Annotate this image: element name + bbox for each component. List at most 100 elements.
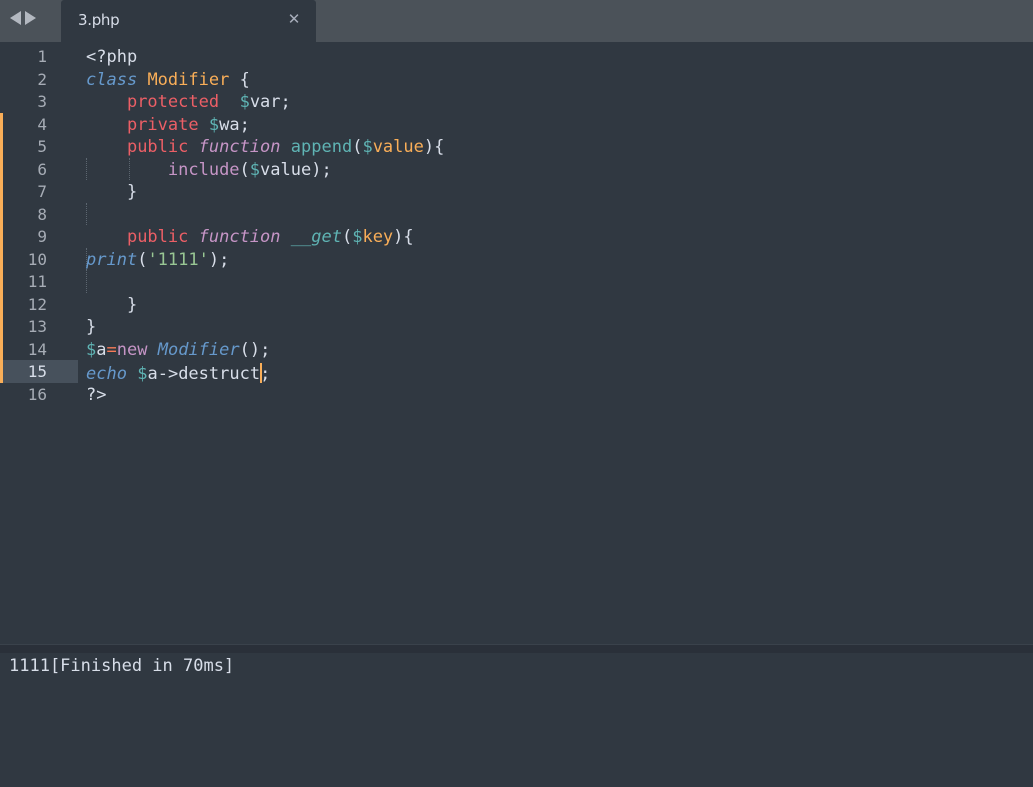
code-text: public function append($value){ — [86, 138, 444, 156]
code-line[interactable]: 16 ?> — [0, 383, 1033, 406]
line-number: 14 — [27, 339, 47, 359]
code-token: ){ — [393, 227, 414, 247]
code-line[interactable]: 11 — [0, 270, 1033, 293]
code-token: <?php — [86, 47, 138, 67]
code-token: echo — [86, 364, 127, 384]
code-token: '1111' — [147, 249, 209, 270]
code-line[interactable]: 6 include($value); — [0, 157, 1033, 180]
code-line[interactable]: 13} — [0, 315, 1033, 338]
code-line[interactable]: 7 } — [0, 180, 1033, 203]
code-token: -> — [157, 364, 179, 384]
code-token: print — [86, 249, 138, 270]
triangle-left-icon[interactable] — [10, 11, 21, 25]
code-token: private — [126, 114, 199, 135]
code-token: $ — [352, 227, 363, 247]
code-text: ?> — [86, 386, 106, 404]
code-line[interactable]: 14 $a=new Modifier(); — [0, 337, 1033, 360]
code-line[interactable]: 12 } — [0, 292, 1033, 315]
code-token: var — [249, 92, 281, 112]
code-token: destruct — [178, 364, 261, 384]
tab-title: 3.php — [78, 11, 120, 29]
line-number: 10 — [27, 249, 47, 269]
code-line[interactable]: 9 public function __get($key){ — [0, 225, 1033, 248]
code-token: ( — [352, 137, 363, 157]
code-token: include — [167, 159, 240, 180]
code-text: } — [86, 318, 96, 336]
code-line[interactable]: 3 protected $var; — [0, 90, 1033, 113]
line-number: 9 — [37, 227, 47, 246]
code-text: private $wa; — [86, 116, 250, 134]
code-text: <?php — [86, 48, 137, 66]
indent-guide — [86, 270, 87, 293]
code-text: include($value); — [86, 161, 332, 179]
tab-navigation — [10, 10, 36, 26]
line-number: 1 — [37, 47, 47, 66]
code-token: $ — [86, 339, 97, 360]
code-token: ( — [137, 249, 148, 270]
code-token: ); — [311, 159, 332, 180]
code-token: ){ — [423, 137, 445, 157]
code-token: append — [290, 137, 353, 157]
tab-3-php[interactable]: 3.php ✕ — [61, 0, 316, 42]
code-line[interactable]: 4 private $wa; — [0, 112, 1033, 135]
line-number: 15 — [27, 362, 47, 381]
code-text: echo $a->destruct; — [86, 363, 270, 383]
line-number: 13 — [27, 317, 47, 336]
code-text: $a=new Modifier(); — [86, 341, 270, 359]
indent-guide — [86, 202, 87, 225]
code-token: $ — [362, 137, 373, 157]
code-token: ( — [239, 159, 250, 180]
code-token: $ — [137, 364, 148, 384]
code-token: function — [198, 227, 281, 247]
code-token: ; — [260, 364, 271, 384]
code-line[interactable]: 1 <?php — [0, 45, 1033, 68]
code-line[interactable]: 10 print('1111'); — [0, 247, 1033, 270]
triangle-right-icon[interactable] — [25, 11, 36, 25]
code-line[interactable]: 8 — [0, 202, 1033, 225]
code-token: __get — [290, 227, 342, 247]
code-line[interactable]: 5 public function append($value){ — [0, 135, 1033, 158]
code-token: a — [96, 339, 107, 360]
code-line[interactable]: 2 class Modifier { — [0, 68, 1033, 91]
code-token: Modifier — [157, 339, 240, 360]
code-token: ; — [280, 92, 291, 112]
tab-bar: 3.php ✕ — [0, 0, 1033, 42]
code-token: ; — [239, 114, 250, 135]
code-token: $ — [208, 114, 220, 135]
code-token: key — [362, 227, 394, 247]
output-panel: 1111[Finished in 70ms] — [0, 653, 1033, 787]
editor-window: 3.php ✕ 1 <?php 2 class Modifier {3 protect… — [0, 0, 1033, 787]
code-token: } — [86, 317, 97, 337]
code-token: public — [126, 227, 189, 247]
code-editor[interactable]: 1 <?php 2 class Modifier {3 protected $var;… — [0, 42, 1033, 644]
code-text: print('1111'); — [86, 251, 229, 269]
code-text: protected $var; — [86, 93, 291, 111]
code-token: function — [198, 137, 281, 157]
line-number: 4 — [37, 114, 47, 134]
code-token: = — [106, 339, 117, 360]
close-icon[interactable]: ✕ — [286, 11, 302, 27]
code-token: wa — [219, 114, 240, 135]
code-text: } — [86, 183, 137, 201]
code-text: class Modifier { — [86, 71, 250, 89]
code-token: $ — [239, 92, 250, 112]
code-text: public function __get($key){ — [86, 228, 414, 246]
code-token: } — [86, 182, 138, 202]
line-number: 12 — [27, 294, 47, 314]
code-token: a — [147, 364, 158, 384]
code-token: new — [116, 339, 148, 360]
code-line[interactable]: 15 echo $a->destruct; — [0, 360, 1033, 383]
